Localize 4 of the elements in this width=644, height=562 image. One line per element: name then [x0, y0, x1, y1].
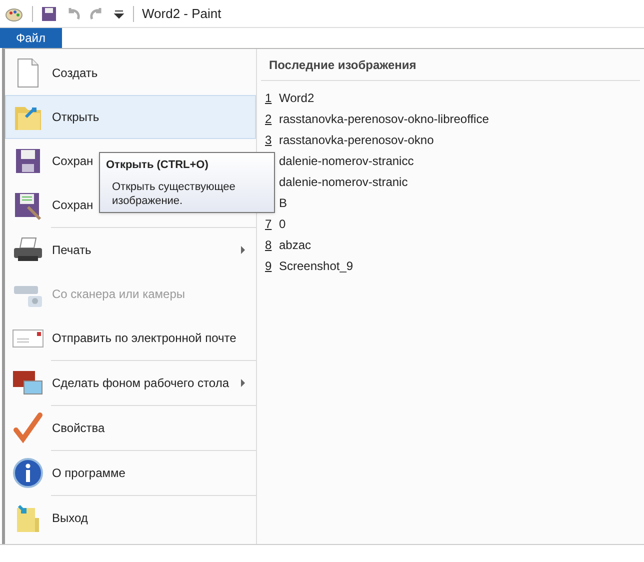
tooltip-title: Открыть (CTRL+O): [106, 158, 210, 173]
tooltip-text: Открыть существующее изображение.: [111, 180, 236, 208]
window-title: Word2 - Paint: [142, 4, 222, 23]
recent-header: Последние изображения: [261, 49, 640, 81]
